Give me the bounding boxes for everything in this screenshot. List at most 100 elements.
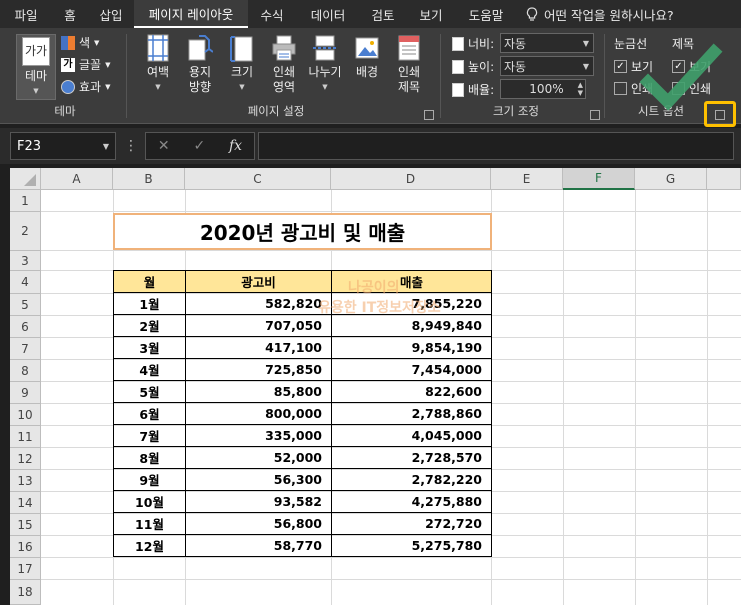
margins-button[interactable]: 여백 ▼ bbox=[138, 34, 178, 95]
row-header[interactable]: 15 bbox=[10, 514, 41, 536]
enter-icon[interactable]: ✓ bbox=[193, 138, 205, 154]
row-header[interactable]: 13 bbox=[10, 470, 41, 492]
column-header-b[interactable]: B bbox=[113, 168, 185, 190]
tab-view[interactable]: 보기 bbox=[406, 0, 456, 28]
tab-help[interactable]: 도움말 bbox=[456, 0, 516, 28]
cell-month[interactable]: 9월 bbox=[113, 468, 186, 491]
cell-ad-cost[interactable]: 56,800 bbox=[185, 512, 332, 535]
header-month[interactable]: 월 bbox=[113, 270, 186, 293]
cell-sales[interactable]: 7,454,000 bbox=[331, 358, 492, 381]
cell-sales[interactable]: 9,854,190 bbox=[331, 336, 492, 359]
checkbox-empty-icon[interactable] bbox=[614, 82, 627, 95]
cell-sales[interactable]: 4,275,880 bbox=[331, 490, 492, 513]
cell-ad-cost[interactable]: 52,000 bbox=[185, 446, 332, 469]
breaks-button[interactable]: 나누기 ▼ bbox=[305, 34, 345, 95]
cell-month[interactable]: 11월 bbox=[113, 512, 186, 535]
width-select[interactable]: 자동 ▼ bbox=[500, 33, 594, 53]
cell-sales[interactable]: 2,782,220 bbox=[331, 468, 492, 491]
row-header[interactable]: 18 bbox=[10, 580, 41, 605]
insert-function-icon[interactable]: fx bbox=[229, 138, 242, 154]
cell-sales[interactable]: 2,788,860 bbox=[331, 402, 492, 425]
cell-sales[interactable]: 2,728,570 bbox=[331, 446, 492, 469]
checkbox-checked-icon[interactable]: ✓ bbox=[614, 60, 627, 73]
themes-button[interactable]: 가가 테마 ▼ bbox=[16, 34, 56, 100]
cell-ad-cost[interactable]: 707,050 bbox=[185, 314, 332, 337]
cell-sales[interactable]: 4,045,000 bbox=[331, 424, 492, 447]
row-header[interactable]: 4 bbox=[10, 271, 41, 294]
row-header[interactable]: 9 bbox=[10, 382, 41, 404]
row-header[interactable]: 10 bbox=[10, 404, 41, 426]
cell-ad-cost[interactable]: 582,820 bbox=[185, 292, 332, 315]
cell-month[interactable]: 2월 bbox=[113, 314, 186, 337]
worksheet-grid[interactable]: A B C D E F G 1 2 3 4 5 6 7 8 9 10 11 12… bbox=[10, 168, 741, 605]
column-header-next[interactable] bbox=[707, 168, 741, 190]
cell-month[interactable]: 6월 bbox=[113, 402, 186, 425]
theme-effects-button[interactable]: 효과 ▼ bbox=[61, 78, 110, 95]
row-header[interactable]: 3 bbox=[10, 251, 41, 271]
cell-ad-cost[interactable]: 58,770 bbox=[185, 534, 332, 557]
row-header[interactable]: 14 bbox=[10, 492, 41, 514]
cell-ad-cost[interactable]: 800,000 bbox=[185, 402, 332, 425]
cell-month[interactable]: 12월 bbox=[113, 534, 186, 557]
cell-sales[interactable]: 5,275,780 bbox=[331, 534, 492, 557]
cell-month[interactable]: 7월 bbox=[113, 424, 186, 447]
page-setup-launcher-icon[interactable] bbox=[424, 110, 434, 120]
cell-ad-cost[interactable]: 335,000 bbox=[185, 424, 332, 447]
column-header-c[interactable]: C bbox=[185, 168, 331, 190]
tab-page-layout[interactable]: 페이지 레이아웃 bbox=[134, 0, 248, 28]
chevron-down-icon[interactable]: ▼ bbox=[103, 142, 109, 151]
tab-insert[interactable]: 삽입 bbox=[88, 0, 134, 28]
cell-ad-cost[interactable]: 85,800 bbox=[185, 380, 332, 403]
print-area-button[interactable]: 인쇄 영역 bbox=[264, 34, 304, 95]
height-select[interactable]: 자동 ▼ bbox=[500, 56, 594, 76]
tab-file[interactable]: 파일 bbox=[0, 0, 52, 28]
row-header[interactable]: 8 bbox=[10, 360, 41, 382]
theme-fonts-button[interactable]: 가 글꼴 ▼ bbox=[61, 56, 110, 73]
scale-spinner[interactable]: 100% ▲ ▼ bbox=[500, 79, 586, 99]
header-ad-cost[interactable]: 광고비 bbox=[185, 270, 332, 293]
background-button[interactable]: 배경 bbox=[348, 34, 386, 80]
cancel-icon[interactable]: ✕ bbox=[158, 138, 170, 154]
name-box[interactable]: F23 ▼ bbox=[10, 132, 116, 160]
formula-input[interactable] bbox=[258, 132, 734, 160]
cell-ad-cost[interactable]: 725,850 bbox=[185, 358, 332, 381]
orientation-button[interactable]: 용지 방향 bbox=[180, 34, 220, 95]
cell-ad-cost[interactable]: 93,582 bbox=[185, 490, 332, 513]
column-header-e[interactable]: E bbox=[491, 168, 563, 190]
column-header-a[interactable]: A bbox=[41, 168, 113, 190]
tab-review[interactable]: 검토 bbox=[360, 0, 406, 28]
cell-month[interactable]: 1월 bbox=[113, 292, 186, 315]
tab-home[interactable]: 홈 bbox=[52, 0, 88, 28]
more-options-icon[interactable]: ⋮ bbox=[124, 138, 138, 154]
cell-month[interactable]: 10월 bbox=[113, 490, 186, 513]
select-all-corner[interactable] bbox=[10, 168, 41, 190]
column-header-g[interactable]: G bbox=[635, 168, 707, 190]
spinner-arrows-icon[interactable]: ▲ ▼ bbox=[578, 81, 583, 97]
tell-me-box[interactable]: 어떤 작업을 원하시나요? bbox=[526, 5, 674, 24]
cell-month[interactable]: 8월 bbox=[113, 446, 186, 469]
cell-ad-cost[interactable]: 56,300 bbox=[185, 468, 332, 491]
tab-data[interactable]: 데이터 bbox=[296, 0, 360, 28]
scale-launcher-icon[interactable] bbox=[590, 110, 600, 120]
cell-month[interactable]: 3월 bbox=[113, 336, 186, 359]
row-header[interactable]: 16 bbox=[10, 536, 41, 558]
row-header[interactable]: 7 bbox=[10, 338, 41, 360]
cell-sales[interactable]: 272,720 bbox=[331, 512, 492, 535]
cell-month[interactable]: 5월 bbox=[113, 380, 186, 403]
row-header[interactable]: 6 bbox=[10, 316, 41, 338]
cell-ad-cost[interactable]: 417,100 bbox=[185, 336, 332, 359]
size-button[interactable]: 크기 ▼ bbox=[222, 34, 262, 95]
cell-sales[interactable]: 822,600 bbox=[331, 380, 492, 403]
cell-month[interactable]: 4월 bbox=[113, 358, 186, 381]
row-header[interactable]: 1 bbox=[10, 190, 41, 212]
row-header[interactable]: 17 bbox=[10, 558, 41, 580]
column-header-f[interactable]: F bbox=[563, 168, 635, 190]
tab-formulas[interactable]: 수식 bbox=[248, 0, 296, 28]
print-titles-button[interactable]: 인쇄 제목 bbox=[389, 34, 429, 95]
sheet-title-cell[interactable]: 2020년 광고비 및 매출 bbox=[113, 213, 492, 250]
row-header[interactable]: 11 bbox=[10, 426, 41, 448]
row-header[interactable]: 5 bbox=[10, 294, 41, 316]
row-header[interactable]: 12 bbox=[10, 448, 41, 470]
row-header[interactable]: 2 bbox=[10, 212, 41, 251]
theme-colors-button[interactable]: 색 ▼ bbox=[61, 34, 99, 51]
